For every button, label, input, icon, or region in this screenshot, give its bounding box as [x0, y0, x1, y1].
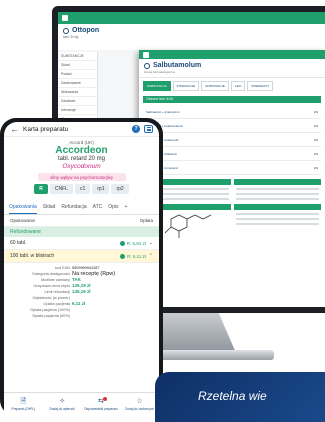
phone-screen: ← Karta preparatu ? Accord (UK) Accordeo… [4, 122, 159, 416]
popup-tab[interactable]: SUBSTANCJE [201, 81, 229, 91]
package-details: kod EAN 5909990941287 Kategoria dostępnoś… [4, 263, 159, 321]
drug-form: tabl. retard 20 mg [57, 156, 106, 162]
help-icon[interactable]: ? [132, 125, 140, 133]
circle-icon [63, 27, 69, 34]
left-row[interactable]: Wskazania [58, 88, 97, 97]
desktop-doc-title: Ottopon [63, 27, 320, 34]
popup-detail-grid [143, 179, 321, 242]
tab-description[interactable]: Opis [108, 204, 118, 214]
tab-atc[interactable]: ATC [93, 204, 103, 214]
tag-badge: R [34, 184, 48, 194]
left-row[interactable]: Działanie [58, 97, 97, 106]
smartphone: ← Karta preparatu ? Accord (UK) Accordeo… [0, 118, 163, 416]
tab-composition[interactable]: Skład [43, 204, 56, 214]
tag-badge: c1 [74, 184, 91, 194]
substance-popup: Salbutamolum Grupa farmakologiczna SUBST… [139, 50, 325, 307]
left-row[interactable]: SUBSTANCJE [58, 52, 97, 61]
page-title: Karta preparatu [23, 125, 69, 133]
desktop-topbar [58, 12, 325, 24]
popup-topbar [139, 50, 325, 59]
app-logo-icon [143, 51, 149, 58]
chevron-up-icon: ⌃ [148, 253, 153, 259]
tag-badge: CNFL [49, 184, 73, 194]
left-row[interactable]: Interakcje [58, 106, 97, 115]
app-logo-icon [62, 15, 68, 21]
pills-icon: ✧ [59, 398, 66, 405]
popup-row[interactable]: Salbutamol + flutikazon2/4 [143, 147, 321, 161]
circle-icon [144, 62, 150, 69]
tagline-text: Rzetelna wie [198, 389, 267, 403]
package-row[interactable]: 60 tabl. R: 5,94 zł ⌄ [4, 237, 159, 250]
tab-refund[interactable]: Refundacja [61, 204, 86, 214]
tab-more[interactable]: + [125, 204, 128, 214]
tab-packages[interactable]: Opakowania [9, 204, 37, 214]
popup-tab[interactable]: LEKI [230, 81, 246, 91]
notification-dot [102, 397, 107, 401]
tag-badge: rp1 [92, 184, 110, 194]
left-row[interactable]: Dawkowanie [58, 79, 97, 88]
drug-tabs: Opakowania Skład Refundacja ATC Opis + [4, 200, 159, 215]
drug-summary: Accord (UK) Accordeon tabl. retard 20 mg… [4, 137, 159, 196]
refund-icon [120, 253, 126, 259]
left-row[interactable]: Skład [58, 61, 97, 70]
detail-row: Opłata pacjenta (50%) [32, 314, 70, 318]
refund-icon [119, 240, 125, 246]
popup-col-right [233, 179, 321, 242]
bottom-nav: 🗎 Preparat (CHPL) ✧ Dodaj do apteczki ⇆ … [4, 392, 159, 416]
popup-section-band: Obecne leki: 4/10 [143, 96, 321, 103]
warning-badge: silny wpływ na psychomotorykę [37, 173, 126, 181]
back-arrow-icon[interactable]: ← [10, 124, 19, 134]
chevron-down-icon: ⌄ [148, 240, 153, 246]
nav-document[interactable]: 🗎 Preparat (CHPL) [4, 393, 43, 416]
popup-row[interactable]: Salbutamol + budezonid2/4 [143, 133, 321, 147]
drug-tags: R CNFL c1 rp1 rp2 [12, 184, 151, 194]
popup-tab[interactable]: SUBSTANCJA [143, 81, 171, 91]
drug-substance[interactable]: Oxycodonum [12, 163, 151, 170]
popup-tab[interactable]: INTERAKCJE [172, 81, 200, 91]
packages-header: Opakowanie Opłata [4, 215, 159, 227]
app-header: ← Karta preparatu ? [4, 122, 159, 137]
document-icon: 🗎 [20, 398, 27, 405]
popup-tabs: SUBSTANCJA INTERAKCJE SUBSTANCJE LEKI PR… [139, 78, 325, 94]
swap-icon: ⇆ [98, 397, 107, 406]
popup-row[interactable]: Salbutamol + formoterol2/4 [143, 161, 321, 175]
popup-tab[interactable]: PREPARATY [247, 81, 274, 91]
star-icon: ☆ [136, 398, 143, 405]
drug-name: Accordeon [55, 145, 108, 156]
package-row-expanded[interactable]: 100 tabl. w blistrach R: 6,11 zł ⌃ [4, 250, 159, 263]
popup-row[interactable]: Salbutamol + beklometazon 2/4 [143, 119, 321, 133]
nav-equivalents[interactable]: ⇆ Odpowiedniki preparatu [82, 393, 121, 416]
desktop-doc-header: Ottopon tabl. 8 mg [58, 24, 325, 50]
refund-band: Refundowane [4, 227, 159, 237]
nav-favorites[interactable]: ☆ Dodaj do ulubionych [120, 393, 159, 416]
desktop-doc-subtitle: tabl. 8 mg [63, 35, 79, 39]
popup-title: Salbutamolum [144, 62, 320, 69]
popup-header: Salbutamolum Grupa farmakologiczna [139, 59, 325, 78]
left-row[interactable]: Postać [58, 70, 97, 79]
nav-add-to-kit[interactable]: ✧ Dodaj do apteczki [43, 393, 82, 416]
popup-subtitle: Grupa farmakologiczna [144, 70, 176, 74]
popup-row[interactable]: Salbutamol + ipratropium 2/4 [143, 105, 321, 119]
tag-badge: rp2 [111, 184, 129, 194]
menu-icon[interactable] [144, 125, 153, 133]
